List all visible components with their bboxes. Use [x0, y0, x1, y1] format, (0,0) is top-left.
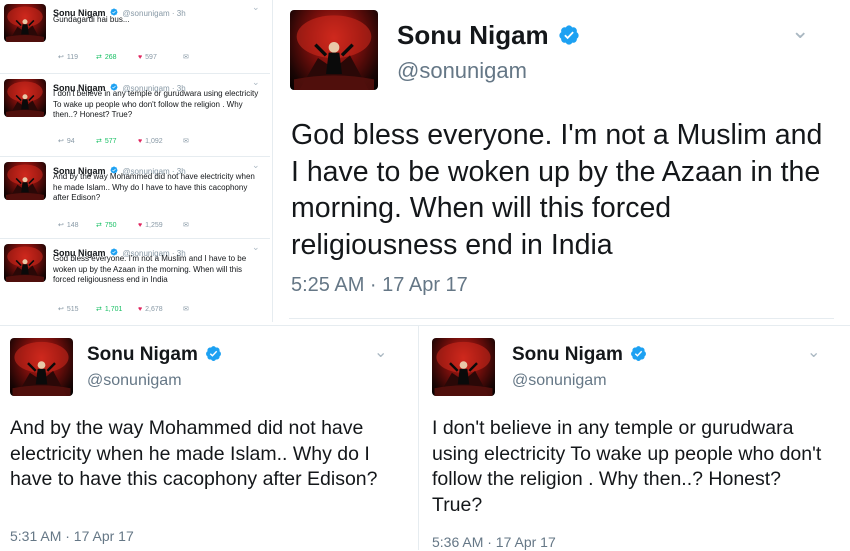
display-name[interactable]: Sonu Nigam	[397, 20, 549, 50]
verified-icon	[205, 345, 222, 362]
message-icon[interactable]: ✉	[183, 53, 189, 61]
list-item[interactable]: Sonu Nigam @sonunigam · 3h ⌄ I don't bel…	[0, 73, 270, 157]
like-count: 1,259	[145, 221, 163, 229]
message-icon[interactable]: ✉	[183, 305, 189, 313]
retweet-count: 750	[104, 221, 117, 229]
list-item[interactable]: Sonu Nigam @sonunigam · 3h ⌄ And by the …	[0, 156, 270, 239]
avatar[interactable]	[4, 79, 46, 117]
retweet-button[interactable]: ⇄ 1,701	[96, 305, 138, 314]
message-icon[interactable]: ✉	[183, 221, 189, 229]
tweet-card-left[interactable]: Sonu Nigam @sonunigam ⌄ And by the way M…	[0, 325, 418, 551]
display-name[interactable]: Sonu Nigam	[87, 344, 198, 365]
heart-icon: ♥	[138, 137, 143, 145]
tweet-header: Sonu Nigam	[87, 344, 222, 366]
avatar[interactable]	[432, 338, 495, 396]
tweet-text: Gundagardi hai bus...	[53, 15, 130, 24]
timestamp[interactable]: 5:25 AM · 17 Apr 17	[291, 274, 468, 297]
retweet-button[interactable]: ⇄ 268	[96, 53, 138, 62]
tweet-header: Sonu Nigam	[397, 20, 580, 51]
tweet-text: I don't believe in any temple or gurudwa…	[432, 417, 822, 516]
list-item[interactable]: Sonu Nigam @sonunigam · 3h ⌄ God bless e…	[0, 238, 270, 322]
avatar-image	[10, 338, 73, 396]
tweet-text: And by the way Mohammed did not have ele…	[10, 417, 378, 490]
retweet-count: 268	[104, 53, 117, 61]
main-tweet-card[interactable]: Sonu Nigam @sonunigam ⌄ God bless everyo…	[273, 0, 850, 322]
retweet-icon: ⇄	[96, 306, 102, 313]
retweet-count: 1,701	[104, 305, 123, 313]
avatar-image	[290, 10, 378, 90]
handle[interactable]: @sonunigam	[87, 372, 182, 390]
avatar[interactable]	[10, 338, 73, 396]
avatar-image	[4, 162, 46, 200]
reply-count: 94	[66, 137, 75, 145]
tweet-actions: ↩ 515 ⇄ 1,701 ♥ 2,678 ✉	[58, 305, 189, 314]
like-button[interactable]: ♥ 597	[138, 54, 183, 61]
tweet-text: I don't believe in any temple or gurudwa…	[53, 89, 259, 119]
avatar[interactable]	[4, 4, 46, 42]
chevron-down-icon[interactable]: ⌄	[252, 77, 260, 88]
chevron-down-icon[interactable]: ⌄	[374, 342, 387, 362]
retweet-button[interactable]: ⇄ 577	[96, 137, 138, 146]
avatar[interactable]	[4, 244, 46, 282]
retweet-icon: ⇄	[96, 222, 102, 229]
message-icon[interactable]: ✉	[183, 137, 189, 145]
reply-icon: ↩	[58, 138, 64, 145]
heart-icon: ♥	[138, 305, 143, 313]
reply-icon: ↩	[58, 54, 64, 61]
like-button[interactable]: ♥ 1,092	[138, 138, 183, 145]
like-button[interactable]: ♥ 1,259	[138, 222, 183, 229]
reply-icon: ↩	[58, 306, 64, 313]
chevron-down-icon[interactable]: ⌄	[252, 242, 260, 253]
retweet-icon: ⇄	[96, 54, 102, 61]
chevron-down-icon[interactable]: ⌄	[807, 342, 820, 362]
avatar[interactable]	[290, 10, 378, 90]
tweet-card-right[interactable]: Sonu Nigam @sonunigam ⌄ I don't believe …	[419, 325, 850, 551]
tweet-list-panel: Sonu Nigam @sonunigam · 3h ⌄ Gundagardi …	[0, 0, 272, 322]
display-name[interactable]: Sonu Nigam	[512, 344, 623, 365]
heart-icon: ♥	[138, 53, 143, 61]
retweet-button[interactable]: ⇄ 750	[96, 221, 138, 230]
like-count: 2,678	[145, 305, 163, 313]
avatar-image	[4, 244, 46, 282]
verified-icon	[558, 24, 580, 46]
timestamp[interactable]: 5:36 AM · 17 Apr 17	[432, 534, 556, 550]
tweet-header: Sonu Nigam	[512, 344, 647, 366]
reply-button[interactable]: ↩ 94	[58, 137, 96, 146]
reply-icon: ↩	[58, 222, 64, 229]
avatar[interactable]	[4, 162, 46, 200]
chevron-down-icon[interactable]: ⌄	[252, 160, 260, 171]
like-count: 1,092	[145, 137, 163, 145]
card-bottom-border	[289, 318, 834, 319]
like-count: 597	[145, 53, 157, 61]
timestamp[interactable]: 5:31 AM · 17 Apr 17	[10, 528, 134, 544]
chevron-down-icon[interactable]: ⌄	[252, 2, 260, 13]
avatar-image	[432, 338, 495, 396]
list-item[interactable]: Sonu Nigam @sonunigam · 3h ⌄ Gundagardi …	[0, 0, 270, 74]
retweet-count: 577	[104, 137, 117, 145]
tweet-actions: ↩ 94 ⇄ 577 ♥ 1,092 ✉	[58, 137, 189, 146]
reply-button[interactable]: ↩ 148	[58, 221, 96, 230]
like-button[interactable]: ♥ 2,678	[138, 306, 183, 313]
verified-icon	[630, 345, 647, 362]
tweet-text: God bless everyone. I'm not a Muslim and…	[291, 119, 823, 261]
handle[interactable]: @sonunigam	[397, 58, 527, 84]
avatar-image	[4, 4, 46, 42]
tweet-actions: ↩ 119 ⇄ 268 ♥ 597 ✉	[58, 53, 189, 62]
reply-button[interactable]: ↩ 515	[58, 305, 96, 314]
retweet-icon: ⇄	[96, 138, 102, 145]
heart-icon: ♥	[138, 221, 143, 229]
reply-count: 515	[66, 305, 79, 313]
tweet-text: And by the way Mohammed did not have ele…	[53, 172, 255, 202]
tweet-actions: ↩ 148 ⇄ 750 ♥ 1,259 ✉	[58, 221, 189, 230]
reply-count: 119	[66, 53, 79, 61]
reply-count: 148	[66, 221, 79, 229]
handle[interactable]: @sonunigam	[512, 372, 607, 390]
avatar-image	[4, 79, 46, 117]
tweet-text: God bless everyone. I'm not a Muslim and…	[53, 254, 247, 284]
reply-button[interactable]: ↩ 119	[58, 53, 96, 62]
chevron-down-icon[interactable]: ⌄	[791, 18, 809, 44]
